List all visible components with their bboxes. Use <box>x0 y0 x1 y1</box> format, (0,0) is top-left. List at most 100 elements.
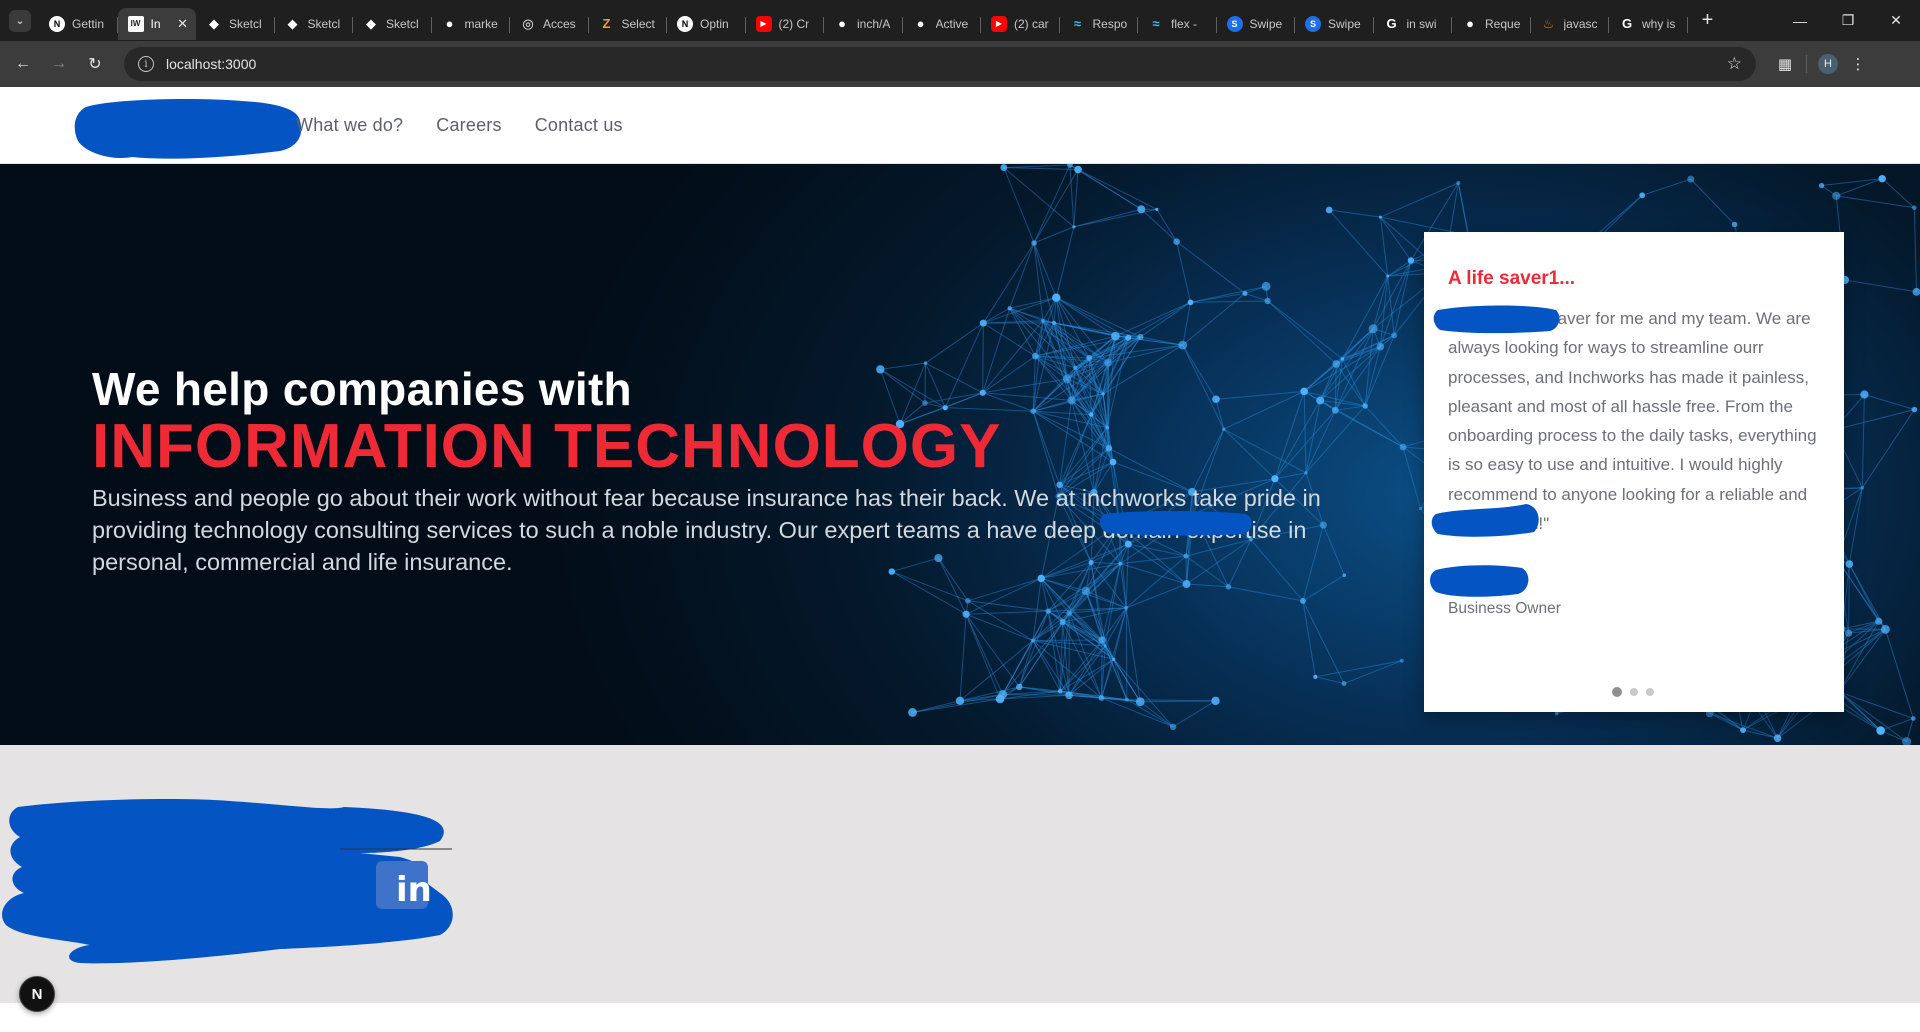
browser-tab[interactable]: Z Select <box>589 8 668 40</box>
browser-tab[interactable]: IW In ✕ <box>117 7 196 40</box>
github-icon: ● <box>445 16 454 31</box>
footer-section: in <box>0 745 1920 1003</box>
browser-tab[interactable]: ≈ Respo <box>1060 8 1139 40</box>
tab-title: inch/A <box>857 16 891 31</box>
zoho-icon: Z <box>602 16 611 31</box>
bookmark-star-icon[interactable]: ☆ <box>1727 54 1742 74</box>
nav-link[interactable]: Contact us <box>535 115 623 136</box>
tab-title: Optin <box>700 16 729 31</box>
tab-title: In <box>150 16 161 31</box>
hero-section: We help companies with INFORMATION TECHN… <box>0 164 1920 745</box>
tab-list: N Gettin IW In ✕ ◆ Sketcl ◆ Sketcl ◆ Sketcl ● marke ◎… <box>39 0 1688 41</box>
browser-tab[interactable]: Gwhy is <box>1609 8 1688 40</box>
browser-tab[interactable]: N Optin <box>667 8 746 40</box>
browser-tab[interactable]: S Swipe <box>1295 8 1374 40</box>
tab-title: Reque <box>1485 16 1521 31</box>
tab-title: Active <box>935 16 969 31</box>
tab-title: Select <box>621 16 655 31</box>
swiper-icon: S <box>1305 15 1321 32</box>
browser-tab[interactable]: ◎ Acces <box>510 8 589 40</box>
tab-title: Swipe <box>1249 16 1283 31</box>
tab-title: Sketcl <box>229 16 262 31</box>
browser-tab[interactable]: ◆ Sketcl <box>196 8 275 40</box>
hero-heading: We help companies with <box>92 363 632 415</box>
sketch-icon: ◆ <box>209 15 219 31</box>
minimize-icon[interactable]: — <box>1776 0 1824 41</box>
restore-icon[interactable]: ❐ <box>1824 0 1872 41</box>
profile-button[interactable]: H <box>1813 49 1843 79</box>
youtube-icon: ▶ <box>755 15 772 32</box>
tab-title: Respo <box>1092 16 1128 31</box>
nextjs-dev-indicator-button[interactable]: N <box>19 976 55 1012</box>
tab-title: javasc <box>1563 16 1598 31</box>
close-tab-icon[interactable]: ✕ <box>177 16 188 32</box>
nextjs-icon: N <box>49 15 65 32</box>
browser-tab[interactable]: ● Reque <box>1452 8 1531 40</box>
tab-title: Acces <box>543 16 576 31</box>
address-bar[interactable]: i localhost:3000 ☆ <box>124 47 1756 81</box>
carousel-pagination <box>1612 687 1662 697</box>
redacted-logo <box>74 99 302 159</box>
tab-title: in swi <box>1406 16 1437 31</box>
back-arrow-icon[interactable]: ← <box>6 47 40 81</box>
testimonial-card[interactable]: A life saver1... as been a lifesaver for… <box>1424 232 1844 712</box>
nav-link[interactable]: Careers <box>436 115 501 136</box>
tailwind-icon: ≈ <box>1073 16 1082 31</box>
browser-tab[interactable]: ♨ javasc <box>1531 8 1610 40</box>
extensions-puzzle-icon[interactable]: ▦ <box>1770 49 1800 79</box>
tab-title: Sketcl <box>307 16 341 31</box>
tab-title: Sketcl <box>386 16 419 31</box>
globe-icon: ◎ <box>522 15 534 31</box>
browser-tab[interactable]: N Gettin <box>39 8 118 40</box>
browser-tab-strip: ⌄ N Gettin IW In ✕ ◆ Sketcl ◆ Sketcl ◆ Sketcl ● mark… <box>0 0 1920 41</box>
browser-tab[interactable]: ● inch/A <box>824 8 903 40</box>
carousel-dot[interactable] <box>1612 687 1622 697</box>
browser-tab[interactable]: Gin swi <box>1374 8 1453 40</box>
reload-icon[interactable]: ↻ <box>78 47 112 81</box>
github-icon: ● <box>838 16 846 31</box>
tab-title: Swipe <box>1328 16 1361 31</box>
browser-tab[interactable]: S Swipe <box>1217 8 1296 40</box>
url-text: localhost:3000 <box>166 56 257 72</box>
tab-title: (2) car <box>1014 16 1049 31</box>
new-tab-plus-icon[interactable]: + <box>1694 7 1722 35</box>
google-icon: G <box>1621 16 1633 31</box>
redaction-mark <box>1430 565 1529 597</box>
forward-arrow-icon[interactable]: → <box>42 47 76 81</box>
testimonial-author-role: Business Owner <box>1448 600 1561 617</box>
site-info-icon[interactable]: i <box>138 56 154 72</box>
tab-search-chevron-icon[interactable]: ⌄ <box>9 9 31 32</box>
tab-title: marke <box>464 16 498 31</box>
sketch-icon: ◆ <box>366 15 376 31</box>
google-icon: G <box>1386 16 1397 31</box>
tab-title: flex - <box>1171 16 1198 31</box>
github-icon: ● <box>916 16 925 31</box>
web-page: What we do? Careers Contact us We help com… <box>0 87 1920 1032</box>
kebab-menu-icon[interactable]: ⋮ <box>1843 49 1873 79</box>
nav-link[interactable]: What we do? <box>296 115 403 136</box>
sketch-icon: ◆ <box>287 15 298 31</box>
java-icon: ♨ <box>1542 15 1555 31</box>
browser-tab[interactable]: ◆ Sketcl <box>353 8 432 40</box>
site-header: What we do? Careers Contact us <box>0 87 1920 164</box>
redaction-mark <box>1431 504 1539 537</box>
browser-tab[interactable]: ◆ Sketcl <box>275 8 354 40</box>
browser-tab[interactable]: ● Active <box>903 8 982 40</box>
youtube-icon: ▶ <box>991 15 1007 32</box>
browser-tab[interactable]: ▶ (2) Cr <box>746 8 825 40</box>
hero-highlight-heading: INFORMATION TECHNOLOGY <box>92 412 1002 481</box>
browser-tab[interactable]: ▶ (2) car <box>981 8 1060 40</box>
github-icon: ● <box>1466 16 1474 31</box>
carousel-dot[interactable] <box>1630 688 1638 696</box>
browser-tab[interactable]: ≈ flex - <box>1138 8 1217 40</box>
close-window-icon[interactable]: ✕ <box>1872 0 1920 41</box>
avatar: H <box>1818 54 1838 74</box>
toolbar-divider <box>1806 55 1807 73</box>
window-controls: — ❐ ✕ <box>1776 0 1920 41</box>
svg-text:in: in <box>396 870 432 910</box>
browser-tab[interactable]: ● marke <box>432 8 511 40</box>
nextjs-icon: N <box>677 15 693 32</box>
carousel-dot[interactable] <box>1646 688 1654 696</box>
redacted-footer-content: in <box>2 799 453 964</box>
tab-title: Gettin <box>72 16 105 31</box>
